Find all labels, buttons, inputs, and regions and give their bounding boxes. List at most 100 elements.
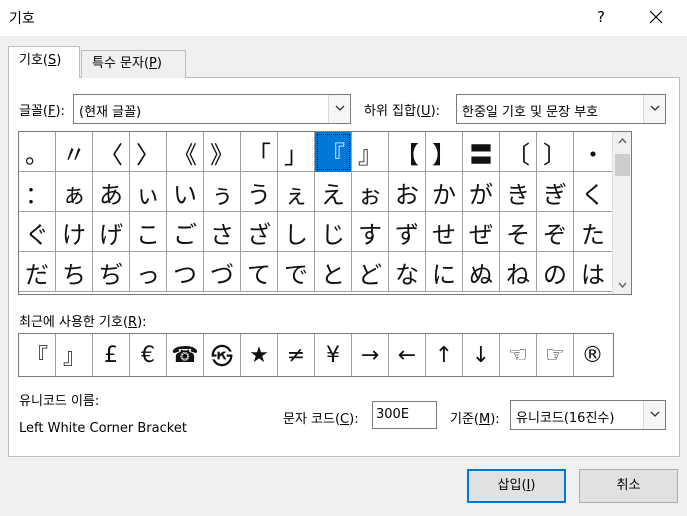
symbol-cell[interactable]: あ [93, 172, 130, 212]
recent-symbol-cell[interactable]: → [352, 334, 389, 376]
close-button[interactable] [641, 4, 671, 30]
symbol-cell[interactable]: 】 [426, 132, 463, 172]
symbol-grid-scrollbar[interactable] [612, 132, 631, 294]
recent-symbol-cell[interactable]: ← [389, 334, 426, 376]
symbol-cell[interactable]: だ [19, 252, 56, 292]
symbol-cell[interactable]: づ [204, 252, 241, 292]
symbol-cell[interactable]: 。 [19, 132, 56, 172]
symbol-cell[interactable]: て [241, 252, 278, 292]
symbol-cell[interactable]: く [574, 172, 612, 212]
symbol-cell[interactable]: ぬ [463, 252, 500, 292]
symbol-cell[interactable]: ず [389, 212, 426, 252]
symbol-cell[interactable]: ど [352, 252, 389, 292]
symbol-cell[interactable]: え [315, 172, 352, 212]
subset-dropdown-arrow[interactable] [643, 95, 665, 123]
symbol-cell[interactable]: ・ [574, 132, 612, 172]
recent-symbol-cell[interactable]: ¥ [315, 334, 352, 376]
symbol-cell[interactable]: 『 [315, 132, 352, 172]
recent-symbol-cell[interactable]: ㉿ [204, 334, 241, 376]
recent-symbol-cell[interactable]: 『 [19, 334, 56, 376]
symbol-cell[interactable]: ぉ [352, 172, 389, 212]
symbol-cell[interactable]: い [167, 172, 204, 212]
symbol-cell[interactable]: 」 [278, 132, 315, 172]
symbol-cell[interactable]: じ [315, 212, 352, 252]
symbol-cell[interactable]: に [426, 252, 463, 292]
basis-dropdown[interactable]: 유니코드(16진수) [510, 400, 666, 430]
symbol-cell[interactable]: 〕 [537, 132, 574, 172]
symbol-cell[interactable]: 』 [352, 132, 389, 172]
symbol-cell[interactable]: 〔 [500, 132, 537, 172]
symbol-cell[interactable]: さ [204, 212, 241, 252]
char-code-input[interactable]: 300E [372, 401, 437, 429]
symbol-cell[interactable]: ぢ [93, 252, 130, 292]
symbol-grid[interactable]: 。〃〈〉《》「」『』【】〓〔〕・ ：ぁあぃいぅうぇえぉおかがきぎくぐけげこごさざし… [18, 131, 632, 295]
symbol-cell[interactable]: ぃ [130, 172, 167, 212]
recent-symbol-cell[interactable]: ↑ [426, 334, 463, 376]
recent-symbol-cell[interactable]: ® [574, 334, 611, 376]
symbol-cell[interactable]: そ [500, 212, 537, 252]
help-button[interactable]: ? [588, 4, 614, 30]
symbol-cell[interactable]: ぁ [56, 172, 93, 212]
recent-symbol-cell[interactable]: ☞ [537, 334, 574, 376]
recent-symbol-cell[interactable]: ☜ [500, 334, 537, 376]
symbol-cell[interactable]: 《 [167, 132, 204, 172]
symbol-cell[interactable]: の [537, 252, 574, 292]
symbol-cell[interactable]: お [389, 172, 426, 212]
symbol-cell[interactable]: た [574, 212, 612, 252]
symbol-cell[interactable]: ぞ [537, 212, 574, 252]
symbol-cell[interactable]: 【 [389, 132, 426, 172]
recent-label: 최근에 사용한 기호(R): [19, 315, 147, 330]
symbol-cell[interactable]: ぅ [204, 172, 241, 212]
font-dropdown-arrow[interactable] [328, 95, 350, 123]
symbol-cell[interactable]: な [389, 252, 426, 292]
symbol-cell[interactable]: ぎ [537, 172, 574, 212]
symbol-cell[interactable]: し [278, 212, 315, 252]
symbol-cell[interactable]: き [500, 172, 537, 212]
symbol-cell[interactable]: で [278, 252, 315, 292]
recent-symbols[interactable]: 『』 £ € ☎ ㉿ ★ ≠ ¥ → ← ↑ ↓ ☜ ☞ ® [18, 333, 614, 377]
symbol-cell[interactable]: け [56, 212, 93, 252]
recent-symbol-cell[interactable]: ≠ [278, 334, 315, 376]
symbol-cell[interactable]: ： [19, 172, 56, 212]
symbol-cell[interactable]: と [315, 252, 352, 292]
symbol-cell[interactable]: つ [167, 252, 204, 292]
symbol-cell[interactable]: 「 [241, 132, 278, 172]
insert-button[interactable]: 삽입(I) [467, 469, 566, 503]
symbol-cell[interactable]: ご [167, 212, 204, 252]
symbol-cell[interactable]: か [426, 172, 463, 212]
scroll-thumb[interactable] [615, 154, 630, 176]
symbol-cell[interactable]: こ [130, 212, 167, 252]
symbol-cell[interactable]: げ [93, 212, 130, 252]
tab-symbols[interactable]: 기호(S) [8, 46, 80, 78]
symbol-cell[interactable]: ぇ [278, 172, 315, 212]
symbol-cell[interactable]: は [574, 252, 612, 292]
recent-symbol-cell[interactable]: ☎ [167, 334, 204, 376]
tab-special-characters[interactable]: 특수 문자(P) [81, 50, 186, 78]
recent-symbol-cell[interactable]: £ [93, 334, 130, 376]
symbol-cell[interactable]: せ [426, 212, 463, 252]
subset-dropdown[interactable]: 한중일 기호 및 문장 부호 [456, 94, 666, 124]
symbol-cell[interactable]: 〉 [130, 132, 167, 172]
symbol-cell[interactable]: が [463, 172, 500, 212]
scroll-down-button[interactable] [613, 276, 631, 294]
basis-dropdown-arrow[interactable] [643, 401, 665, 429]
recent-symbol-cell[interactable]: 』 [56, 334, 93, 376]
symbol-cell[interactable]: っ [130, 252, 167, 292]
symbol-cell[interactable]: ち [56, 252, 93, 292]
symbol-cell[interactable]: ざ [241, 212, 278, 252]
scroll-up-button[interactable] [613, 132, 631, 150]
recent-symbol-cell[interactable]: ↓ [463, 334, 500, 376]
symbol-cell[interactable]: ね [500, 252, 537, 292]
symbol-cell[interactable]: う [241, 172, 278, 212]
symbol-cell[interactable]: 〃 [56, 132, 93, 172]
symbol-cell[interactable]: す [352, 212, 389, 252]
symbol-cell[interactable]: ぐ [19, 212, 56, 252]
symbol-cell[interactable]: 〈 [93, 132, 130, 172]
symbol-cell[interactable]: 》 [204, 132, 241, 172]
font-dropdown[interactable]: (현재 글꼴) [73, 94, 351, 124]
cancel-button[interactable]: 취소 [579, 469, 678, 503]
recent-symbol-cell[interactable]: ★ [241, 334, 278, 376]
symbol-cell[interactable]: 〓 [463, 132, 500, 172]
symbol-cell[interactable]: ぜ [463, 212, 500, 252]
recent-symbol-cell[interactable]: € [130, 334, 167, 376]
